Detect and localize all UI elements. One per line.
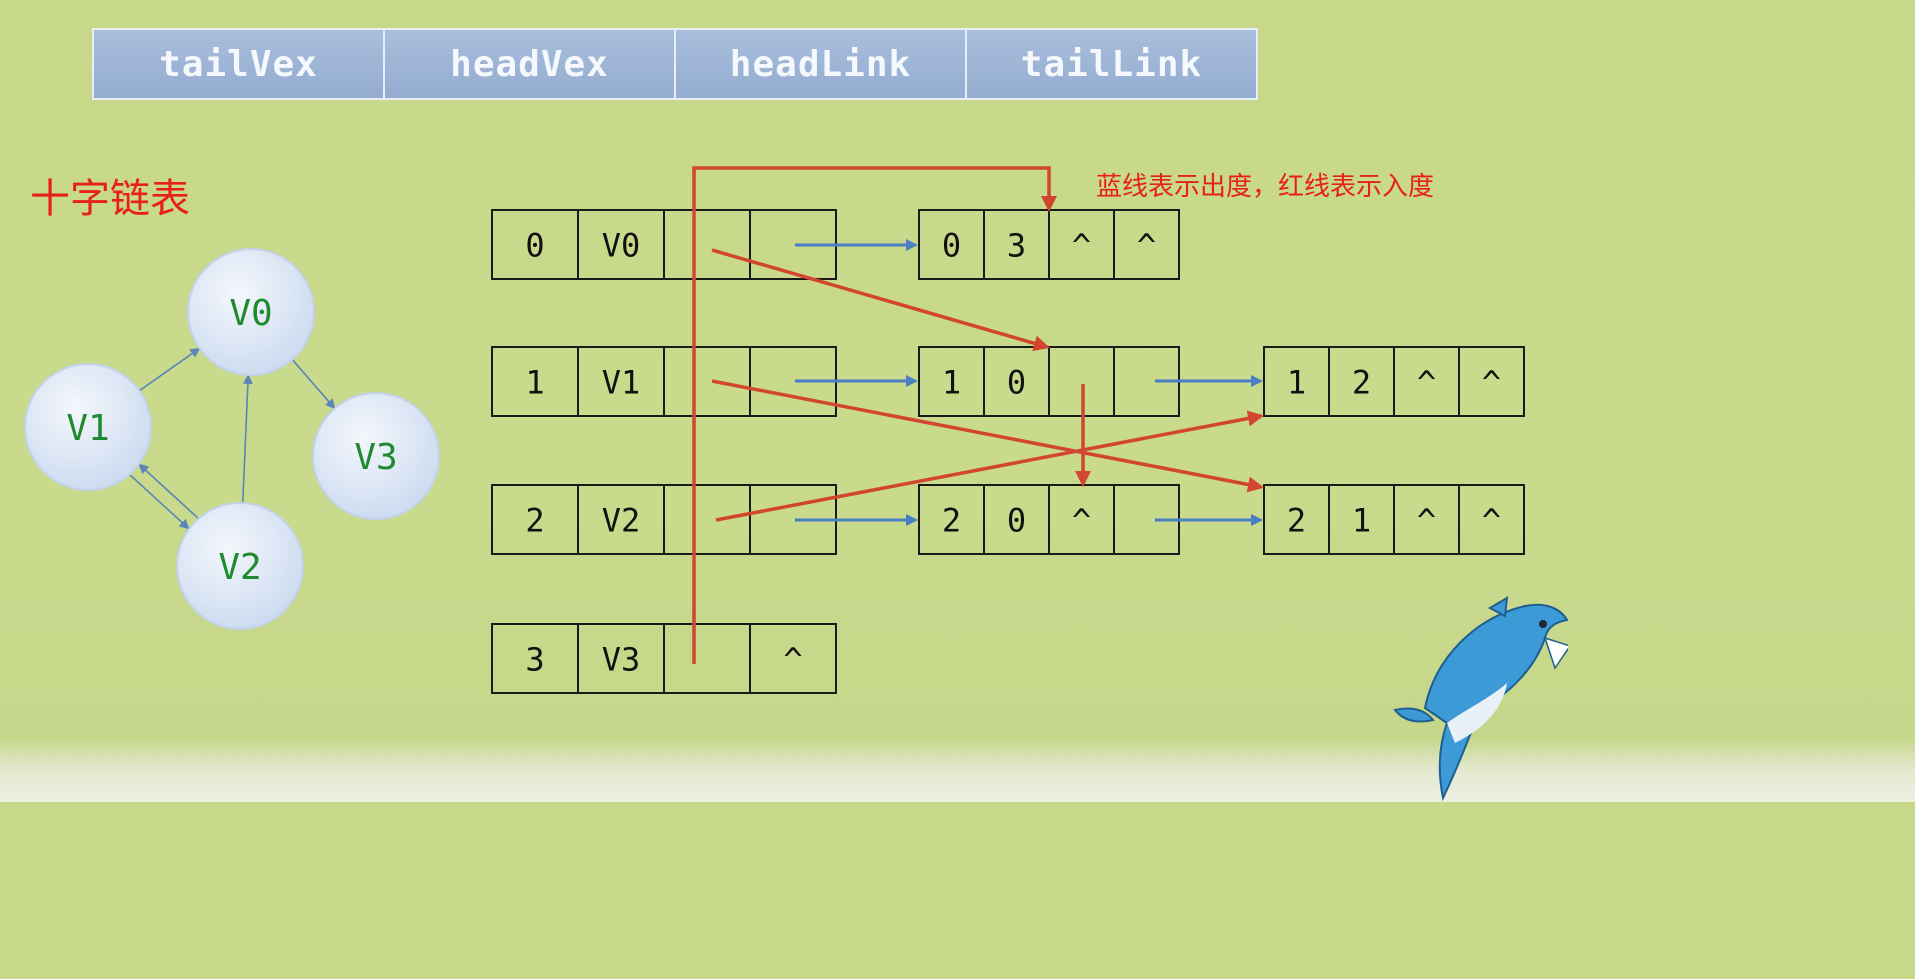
arc-cell-text: ^ — [1417, 364, 1436, 402]
arc-cell-text: 2 — [1287, 502, 1306, 540]
edge-v1-v0 — [139, 347, 201, 392]
arc-cell-text: ^ — [1072, 502, 1091, 540]
arc-cell-text: 1 — [1287, 364, 1306, 402]
arc-cell-text: ^ — [1137, 227, 1156, 265]
arc-1-0-node: 10 — [918, 346, 1180, 417]
graph-node-label: V2 — [218, 547, 261, 588]
vertex-row-2: 2 V2 — [491, 484, 837, 555]
arc-cell-text: 2 — [942, 502, 961, 540]
arc-cell-text: ^ — [1072, 227, 1091, 265]
graph-drawing: V0 V1 V2 V3 — [24, 248, 440, 630]
arc-2-0-node: 2 0 ^ — [918, 484, 1180, 555]
vertex-cell — [663, 209, 751, 280]
arc-cell-text: 0 — [1007, 502, 1026, 540]
vertex-cell — [663, 346, 751, 417]
arc-cell-text: 0 — [1007, 364, 1026, 402]
arc-cell-text: 1 — [942, 364, 961, 402]
arc-cell-text: 2 — [1352, 364, 1371, 402]
vertex-cell — [663, 484, 751, 555]
edge-v0-v3 — [291, 359, 336, 410]
arc-cell-text: ^ — [1417, 502, 1436, 540]
orthogonal-list-diagram: V0V1V2V3 0 V01 V12 V23 V3 ^0 3 ^ ^1 0 1 2 ^ ^2 0 ^ 2 1 ^ ^ — [24, 166, 1568, 802]
vertex-cell-text: V3 — [602, 641, 641, 679]
vertex-cell-text: ^ — [783, 641, 802, 679]
vertex-cell-text: V2 — [602, 502, 641, 540]
node-boxes: 0 V01 V12 V23 V3 ^0 3 ^ ^1 0 1 2 ^ ^2 0 ^ 2 1 ^ ^ — [491, 209, 1525, 694]
vertex-cell-text: 1 — [525, 364, 544, 402]
graph-node-label: V3 — [354, 437, 397, 478]
arc-1-2-node: 1 2 ^ ^ — [1263, 346, 1525, 417]
vertex-cell — [663, 623, 751, 694]
arc-0-3-node: 0 3 ^ ^ — [918, 209, 1180, 280]
vertex-row-3: 3 V3 ^ — [491, 623, 837, 694]
vertex-cell-text: 2 — [525, 502, 544, 540]
arc-cell-text: 1 — [1352, 502, 1371, 540]
edge-v2-v0 — [241, 373, 253, 504]
arc-cell-text: 0 — [942, 227, 961, 265]
arc-cell-text: ^ — [1482, 364, 1501, 402]
graph-node-label: V0 — [229, 293, 272, 334]
arc-cell-text: 3 — [1007, 227, 1026, 265]
vertex-row-1: 1 V1 — [491, 346, 837, 417]
vertex-cell-text: 0 — [525, 227, 544, 265]
arc-cell-text: ^ — [1482, 502, 1501, 540]
vertex-row-0: 0 V0 — [491, 209, 837, 280]
in-link-v0 — [711, 248, 1050, 352]
vertex-cell-text: V1 — [602, 364, 641, 402]
vertex-cell-text: V0 — [602, 227, 641, 265]
shark-icon — [1393, 596, 1568, 802]
vertex-cell-text: 3 — [525, 641, 544, 679]
graph-node-label: V1 — [66, 408, 109, 449]
arc-2-1-node: 2 1 ^ ^ — [1263, 484, 1525, 555]
